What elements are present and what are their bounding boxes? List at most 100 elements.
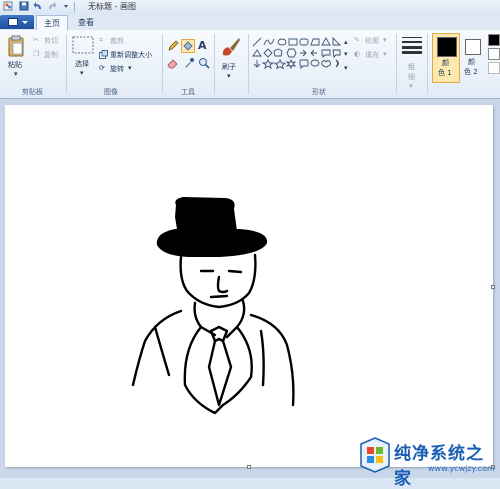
redo-icon[interactable] xyxy=(47,1,57,11)
copy-button[interactable]: 复制 xyxy=(44,50,58,60)
image-group-label: 图像 xyxy=(104,88,118,96)
down-arrow-shape-icon xyxy=(253,60,261,68)
title-separator xyxy=(74,2,75,12)
color-2-label-line2: 色 2 xyxy=(464,68,478,76)
left-arrow-shape-icon xyxy=(310,49,317,57)
windows-logo-icon xyxy=(360,437,390,473)
file-menu-button[interactable] xyxy=(0,15,34,29)
callout-shape-icon xyxy=(332,49,341,58)
crop-icon: ⌗ xyxy=(99,36,103,44)
color-2-swatch xyxy=(465,39,481,55)
chevron-down-icon xyxy=(22,21,28,24)
resize-handle-bottom[interactable] xyxy=(247,465,251,469)
brush-icon[interactable] xyxy=(219,35,241,59)
six-point-star-shape-icon xyxy=(285,58,297,70)
group-divider xyxy=(66,34,67,94)
cut-icon: ✂ xyxy=(33,36,39,44)
paste-dropdown-arrow[interactable]: ▾ xyxy=(14,70,18,78)
watermark-url: www.ycwjzy.com xyxy=(428,464,495,473)
right-arrow-shape-icon xyxy=(300,49,307,57)
group-divider xyxy=(396,34,397,94)
window-title: 无标题 - 画图 xyxy=(88,2,136,11)
magnifier-icon[interactable] xyxy=(198,57,210,69)
line-shape-icon xyxy=(252,37,262,47)
shapes-gallery[interactable] xyxy=(252,36,342,76)
star-shape-icon xyxy=(273,58,287,70)
shapes-scroll-down[interactable]: ▾ xyxy=(344,50,348,58)
fill-button[interactable]: 填充 xyxy=(365,50,379,60)
size-label-line1[interactable]: 粗 xyxy=(408,62,415,72)
copy-icon: ❐ xyxy=(33,50,40,58)
site-watermark: 纯净系统之家 www.ycwjzy.com xyxy=(354,434,500,489)
color-1-label-line2: 色 1 xyxy=(438,69,452,77)
resize-handle-right[interactable] xyxy=(491,285,495,289)
palette-swatch-empty[interactable] xyxy=(488,62,500,74)
triangle-shape-icon xyxy=(252,49,262,57)
size-label-line2[interactable]: 细 xyxy=(408,72,415,82)
shapes-more-arrow[interactable]: ▾ xyxy=(344,64,348,72)
tab-view[interactable]: 查看 xyxy=(70,15,102,30)
group-divider xyxy=(427,34,428,94)
pentagon-shape-icon xyxy=(273,48,283,57)
brushes-button[interactable]: 刷子 xyxy=(222,62,236,72)
clipboard-group-label: 剪贴板 xyxy=(22,88,43,96)
customize-toolbar-icon[interactable] xyxy=(61,1,71,11)
curve-shape-icon xyxy=(263,38,275,46)
hexagon-shape-icon xyxy=(286,48,297,58)
crop-button[interactable]: 裁剪 xyxy=(110,36,124,46)
four-point-star-shape-icon xyxy=(261,58,275,70)
fill-dropdown-arrow[interactable]: ▾ xyxy=(383,50,387,58)
outline-dropdown-arrow[interactable]: ▾ xyxy=(383,36,387,44)
rounded-rectangle-shape-icon xyxy=(299,38,309,46)
color-2-label-line1: 颜 xyxy=(468,58,475,66)
fill-icon: ◐ xyxy=(354,50,361,58)
paint-app-icon[interactable] xyxy=(3,1,13,11)
polygon-shape-icon xyxy=(310,38,320,46)
resize-icon xyxy=(99,50,108,59)
undo-icon[interactable] xyxy=(33,1,43,11)
group-divider xyxy=(162,34,163,94)
oval-shape-icon xyxy=(277,38,287,46)
cut-button[interactable]: 剪切 xyxy=(44,36,58,46)
palette-swatch-white[interactable] xyxy=(488,48,500,60)
tab-home[interactable]: 主页 xyxy=(36,15,68,30)
size-dropdown-arrow[interactable]: ▾ xyxy=(409,82,413,90)
shapes-group-label: 形状 xyxy=(312,88,326,96)
shapes-scroll-up[interactable]: ▴ xyxy=(344,38,348,46)
tools-group-label: 工具 xyxy=(181,88,195,96)
heart-shape-icon xyxy=(335,59,339,68)
ribbon: 粘贴 ▾ ✂ 剪切 ❐ 复制 剪贴板 选择 ▾ ⌗ 裁剪 重新调整大小 ⟳ 旋转… xyxy=(0,30,500,99)
ribbon-tabs: 主页 查看 xyxy=(0,14,500,30)
color-picker-icon[interactable] xyxy=(183,57,195,69)
palette-swatch-black[interactable] xyxy=(488,34,500,46)
right-triangle-shape-icon xyxy=(332,36,342,46)
callout-shape-icon xyxy=(321,49,331,59)
resize-button[interactable]: 重新调整大小 xyxy=(110,50,152,60)
rotate-dropdown-arrow[interactable]: ▾ xyxy=(128,64,132,72)
outline-button[interactable]: 轮廓 xyxy=(365,36,379,46)
group-divider xyxy=(248,34,249,94)
select-dropdown-arrow[interactable]: ▾ xyxy=(80,69,84,77)
man-in-top-hat-drawing xyxy=(131,197,295,415)
drawing-canvas[interactable] xyxy=(5,105,495,469)
paste-icon[interactable] xyxy=(7,35,25,57)
oval-callout-shape-icon xyxy=(310,59,320,67)
eraser-icon[interactable] xyxy=(167,57,179,69)
text-tool-icon[interactable]: A xyxy=(198,39,207,52)
paste-button[interactable]: 粘贴 xyxy=(8,60,22,70)
rotate-icon: ⟳ xyxy=(99,64,105,72)
group-divider xyxy=(214,34,215,94)
color-1-button[interactable]: 颜 色 1 xyxy=(432,33,460,83)
file-menu-icon xyxy=(8,18,18,26)
line-size-icon[interactable] xyxy=(402,36,422,54)
select-icon[interactable] xyxy=(72,36,94,54)
brushes-dropdown-arrow[interactable]: ▾ xyxy=(227,72,231,80)
color-2-button[interactable]: 颜 色 2 xyxy=(462,33,486,83)
fill-bucket-icon[interactable] xyxy=(181,39,195,53)
rotate-button[interactable]: 旋转 xyxy=(110,64,124,74)
pencil-icon[interactable] xyxy=(167,40,179,52)
triangle-shape-icon xyxy=(321,37,331,46)
color-1-label-line1: 颜 xyxy=(442,59,449,67)
save-icon[interactable] xyxy=(19,1,29,11)
select-button[interactable]: 选择 xyxy=(75,59,89,69)
